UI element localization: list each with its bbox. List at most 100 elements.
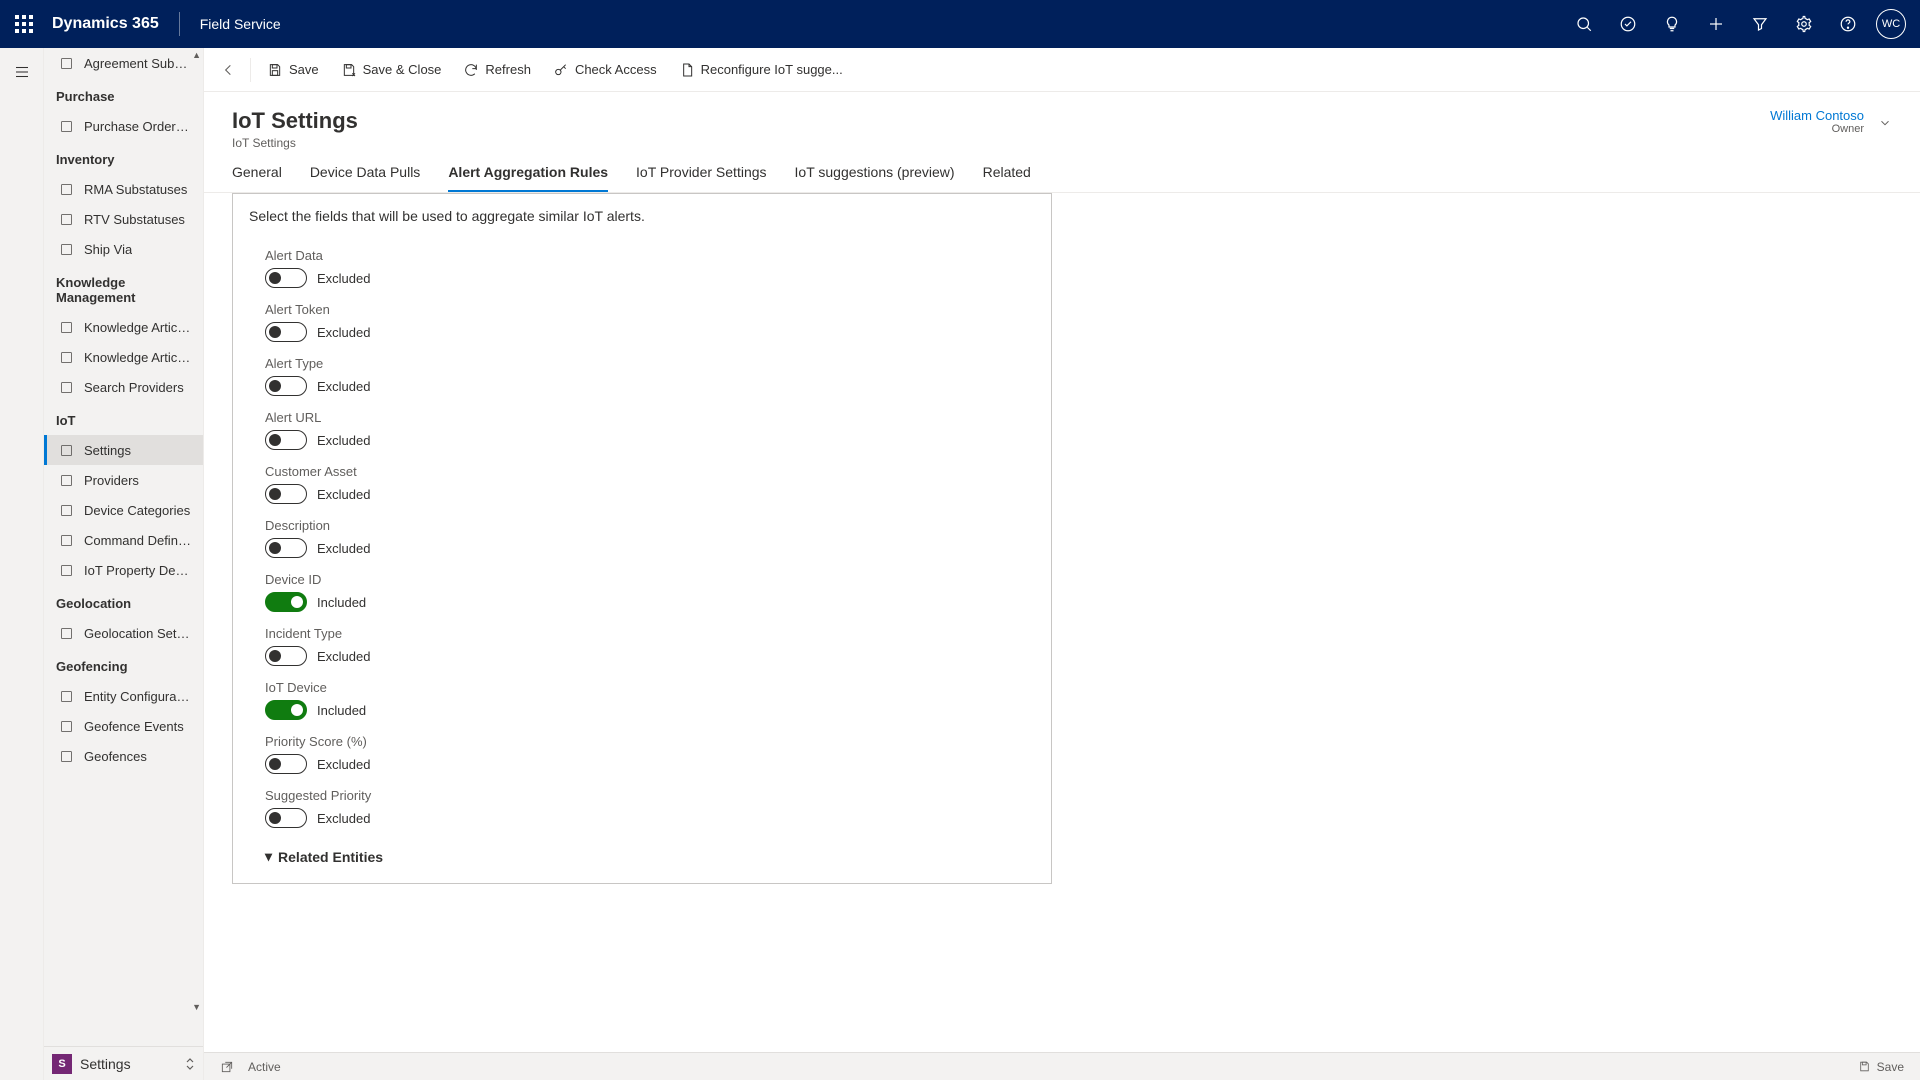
nav-item-icon (58, 241, 74, 257)
toggle-state-label: Included (317, 703, 366, 718)
toggle-switch[interactable] (265, 592, 307, 612)
sidebar-item[interactable]: Knowledge Article... (44, 342, 203, 372)
toggle-switch[interactable] (265, 808, 307, 828)
status-state: Active (248, 1060, 281, 1074)
toggle-switch[interactable] (265, 430, 307, 450)
owner-role: Owner (1770, 123, 1864, 135)
lightbulb-icon[interactable] (1650, 0, 1694, 48)
hamburger-button[interactable] (6, 56, 38, 88)
toggle-switch[interactable] (265, 754, 307, 774)
top-bar: Dynamics 365 Field Service WC (0, 0, 1920, 48)
field-label: Description (265, 518, 1019, 533)
nav-item-icon (58, 532, 74, 548)
toggle-state-label: Excluded (317, 325, 370, 340)
sidebar-scroll-up[interactable]: ▲ (192, 50, 201, 60)
field-label: Device ID (265, 572, 1019, 587)
toggle-switch[interactable] (265, 322, 307, 342)
tab-strip: General Device Data Pulls Alert Aggregatio… (204, 150, 1920, 193)
help-icon[interactable] (1826, 0, 1870, 48)
tab[interactable]: IoT Provider Settings (636, 164, 766, 192)
task-icon[interactable] (1606, 0, 1650, 48)
sidebar-group-title: Geolocation (44, 585, 203, 618)
module-label[interactable]: Field Service (200, 16, 281, 32)
save-button[interactable]: Save (257, 56, 329, 84)
caret-down-icon: ▾ (265, 848, 272, 865)
owner-name: William Contoso (1770, 108, 1864, 123)
field-row: Incident Type Excluded (265, 626, 1019, 666)
field-row: Device IDIncluded (265, 572, 1019, 612)
page-subtitle: IoT Settings (232, 136, 358, 150)
tab[interactable]: Related (983, 164, 1031, 192)
gear-icon[interactable] (1782, 0, 1826, 48)
check-access-button[interactable]: Check Access (543, 56, 667, 84)
filter-icon[interactable] (1738, 0, 1782, 48)
status-save-button[interactable]: Save (1858, 1060, 1904, 1074)
field-label: Priority Score (%) (265, 734, 1019, 749)
refresh-button[interactable]: Refresh (453, 56, 541, 84)
chevron-updown-icon (185, 1057, 195, 1071)
area-switcher[interactable]: S Settings (44, 1046, 203, 1080)
sidebar-item-label: RMA Substatuses (84, 182, 187, 197)
reconfigure-button[interactable]: Reconfigure IoT sugge... (669, 56, 853, 84)
app-launcher[interactable] (8, 8, 40, 40)
sidebar-item[interactable]: Providers (44, 465, 203, 495)
save-close-button[interactable]: Save & Close (331, 56, 452, 84)
field-row: Alert TypeExcluded (265, 356, 1019, 396)
field-label: IoT Device (265, 680, 1019, 695)
brand-label: Dynamics 365 (52, 15, 159, 33)
toggle-switch[interactable] (265, 484, 307, 504)
user-avatar[interactable]: WC (1876, 9, 1906, 39)
sidebar-item[interactable]: Device Categories (44, 495, 203, 525)
sidebar-item[interactable]: RMA Substatuses (44, 174, 203, 204)
toggle-switch[interactable] (265, 538, 307, 558)
open-new-window-icon[interactable] (220, 1060, 234, 1074)
sidebar-item[interactable]: Settings (44, 435, 203, 465)
sidebar-item-label: Agreement Subst... (84, 56, 191, 71)
sidebar-item[interactable]: Agreement Subst... (44, 48, 203, 78)
tab[interactable]: General (232, 164, 282, 192)
owner-block[interactable]: William Contoso Owner (1770, 108, 1864, 135)
tab[interactable]: Alert Aggregation Rules (448, 164, 608, 192)
sidebar-scroll-down[interactable]: ▼ (192, 1002, 201, 1012)
sidebar-item[interactable]: RTV Substatuses (44, 204, 203, 234)
tab[interactable]: Device Data Pulls (310, 164, 421, 192)
sidebar-item[interactable]: IoT Property Defin... (44, 555, 203, 585)
nav-rail (0, 48, 44, 1080)
nav-item-icon (58, 379, 74, 395)
sidebar-item[interactable]: Ship Via (44, 234, 203, 264)
sidebar-item[interactable]: Knowledge Articles (44, 312, 203, 342)
sidebar-item[interactable]: Geofence Events (44, 711, 203, 741)
toggle-state-label: Excluded (317, 649, 370, 664)
search-icon[interactable] (1562, 0, 1606, 48)
sidebar-item[interactable]: Purchase Order S... (44, 111, 203, 141)
sidebar-item[interactable]: Geofences (44, 741, 203, 771)
field-label: Incident Type (265, 626, 1019, 641)
sidebar-item-label: Entity Configurati... (84, 689, 191, 704)
sidebar-item-label: Purchase Order S... (84, 119, 191, 134)
sidebar-item[interactable]: Search Providers (44, 372, 203, 402)
sidebar-group-title: Geofencing (44, 648, 203, 681)
area-label: Settings (80, 1056, 131, 1072)
content-area: Select the fields that will be used to a… (204, 193, 1920, 1052)
tab[interactable]: IoT suggestions (preview) (795, 164, 955, 192)
toggle-state-label: Excluded (317, 433, 370, 448)
plus-icon[interactable] (1694, 0, 1738, 48)
toggle-switch[interactable] (265, 376, 307, 396)
nav-item-icon (58, 319, 74, 335)
toggle-switch[interactable] (265, 700, 307, 720)
sidebar-item[interactable]: Geolocation Setti... (44, 618, 203, 648)
related-entities-header[interactable]: ▾Related Entities (265, 848, 1019, 865)
back-button[interactable] (214, 55, 244, 85)
cmd-separator (250, 58, 251, 82)
chevron-down-icon[interactable] (1878, 116, 1892, 130)
sidebar-item[interactable]: Command Definiti... (44, 525, 203, 555)
sidebar-item-label: Knowledge Article... (84, 350, 191, 365)
nav-item-icon (58, 562, 74, 578)
field-label: Alert Data (265, 248, 1019, 263)
sidebar-item[interactable]: Entity Configurati... (44, 681, 203, 711)
toggle-switch[interactable] (265, 268, 307, 288)
page-title: IoT Settings (232, 108, 358, 134)
status-bar: Active Save (204, 1052, 1920, 1080)
toggle-switch[interactable] (265, 646, 307, 666)
field-row: Alert TokenExcluded (265, 302, 1019, 342)
